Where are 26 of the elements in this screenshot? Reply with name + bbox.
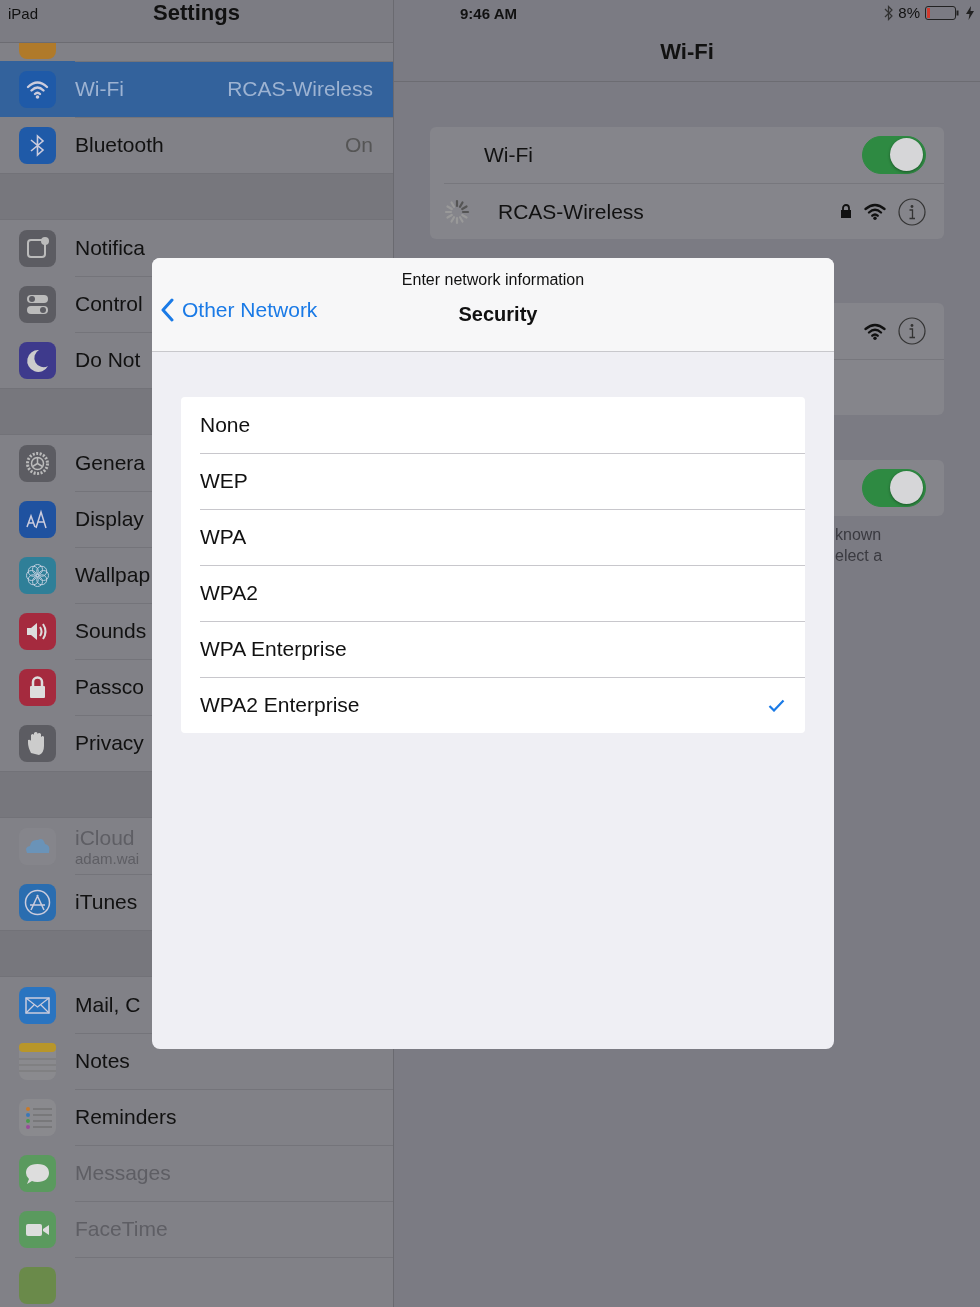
item-label: Display <box>75 507 144 531</box>
item-label: Notes <box>75 1049 130 1073</box>
item-label: Wi-Fi <box>75 77 124 101</box>
sidebar-title: Settings <box>153 0 240 26</box>
status-time: 9:46 AM <box>460 5 517 22</box>
item-label: Wallpap <box>75 563 151 587</box>
item-label: Sounds <box>75 619 147 643</box>
item-label: Privacy <box>75 731 144 755</box>
modal-subtitle: Enter network information <box>401 271 585 289</box>
wifi-label: Wi-Fi <box>483 143 534 167</box>
modal-title: Security <box>458 302 538 326</box>
item-label: Passco <box>75 675 144 699</box>
item-label: Control <box>75 292 143 316</box>
item-label: Bluetooth <box>75 133 164 157</box>
footer-text: elect a <box>835 546 884 566</box>
item-label: iTunes <box>75 890 138 914</box>
item-value: RCAS-Wireless <box>227 77 373 101</box>
device-name: iPad <box>8 5 39 22</box>
item-label: Reminders <box>75 1105 177 1129</box>
item-label: Mail, C <box>75 993 141 1017</box>
footer-text: known <box>835 525 883 545</box>
item-label: Genera <box>75 451 146 475</box>
item-label: Do Not <box>75 348 141 372</box>
item-label: Notifica <box>75 236 146 260</box>
page-title: Wi-Fi <box>660 39 714 65</box>
battery-percent: 8% <box>898 4 920 21</box>
